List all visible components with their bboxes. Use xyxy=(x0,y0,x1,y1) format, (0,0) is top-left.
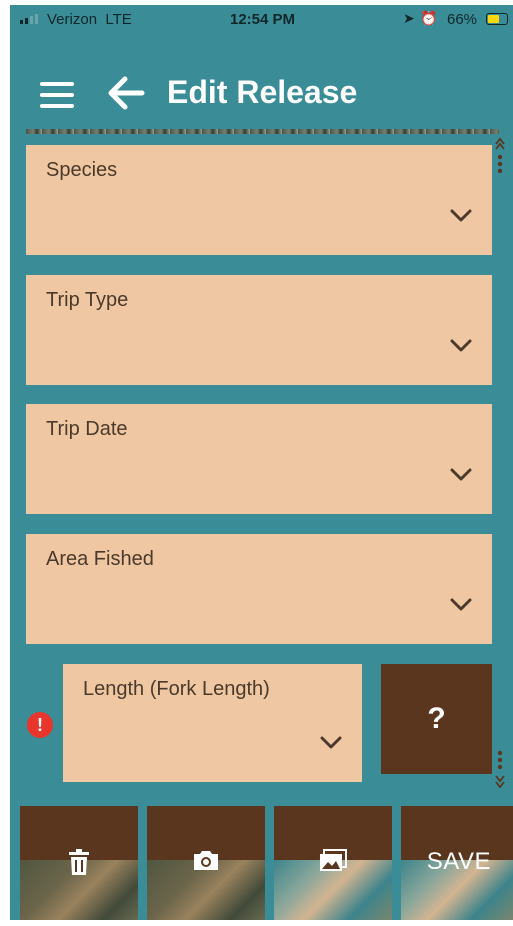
bottom-toolbar: SAVE xyxy=(10,806,513,920)
trip-date-dropdown[interactable]: Trip Date xyxy=(26,404,492,514)
carrier-label: Verizon LTE xyxy=(47,11,132,28)
trip-type-dropdown[interactable]: Trip Type xyxy=(26,275,492,385)
menu-icon[interactable] xyxy=(40,80,74,110)
camera-button[interactable] xyxy=(147,806,265,920)
chevron-down-icon xyxy=(450,339,472,352)
length-dropdown[interactable]: Length (Fork Length) xyxy=(63,664,362,782)
error-icon: ! xyxy=(27,712,53,738)
battery-percent: 66% xyxy=(447,11,478,28)
chevron-down-icon xyxy=(320,736,342,749)
trip-type-label: Trip Type xyxy=(46,289,129,311)
signal-strength-icon xyxy=(20,14,38,24)
scroll-down-indicator-icon[interactable] xyxy=(494,749,506,793)
clock: 12:54 PM xyxy=(230,11,296,28)
status-bar: Verizon LTE 12:54 PM ➤ ⏰ 66% xyxy=(10,5,513,33)
trash-icon xyxy=(69,849,89,875)
camera-icon xyxy=(194,851,218,870)
location-arrow-icon: ➤ xyxy=(403,10,415,26)
chevron-down-icon xyxy=(450,598,472,611)
delete-button[interactable] xyxy=(20,806,138,920)
background-map-strip xyxy=(26,129,499,134)
scroll-up-indicator-icon[interactable] xyxy=(494,135,506,175)
gallery-button[interactable] xyxy=(274,806,392,920)
gallery-icon xyxy=(320,849,347,871)
save-label: SAVE xyxy=(426,848,491,875)
save-button[interactable]: SAVE xyxy=(401,806,513,920)
alarm-icon: ⏰ xyxy=(420,10,438,26)
battery-icon xyxy=(486,13,508,25)
species-label: Species xyxy=(46,159,118,181)
species-dropdown[interactable]: Species xyxy=(26,145,492,255)
area-fished-label: Area Fished xyxy=(46,548,154,570)
area-fished-dropdown[interactable]: Area Fished xyxy=(26,534,492,644)
length-label: Length (Fork Length) xyxy=(83,678,270,700)
chevron-down-icon xyxy=(450,209,472,222)
app-screen: Verizon LTE 12:54 PM ➤ ⏰ 66% Edit Releas… xyxy=(10,5,513,920)
back-arrow-icon[interactable] xyxy=(107,76,145,110)
page-title: Edit Release xyxy=(167,74,358,110)
chevron-down-icon xyxy=(450,468,472,481)
help-button[interactable]: ? xyxy=(381,664,492,774)
trip-date-label: Trip Date xyxy=(46,418,128,440)
app-header: Edit Release xyxy=(10,60,513,130)
